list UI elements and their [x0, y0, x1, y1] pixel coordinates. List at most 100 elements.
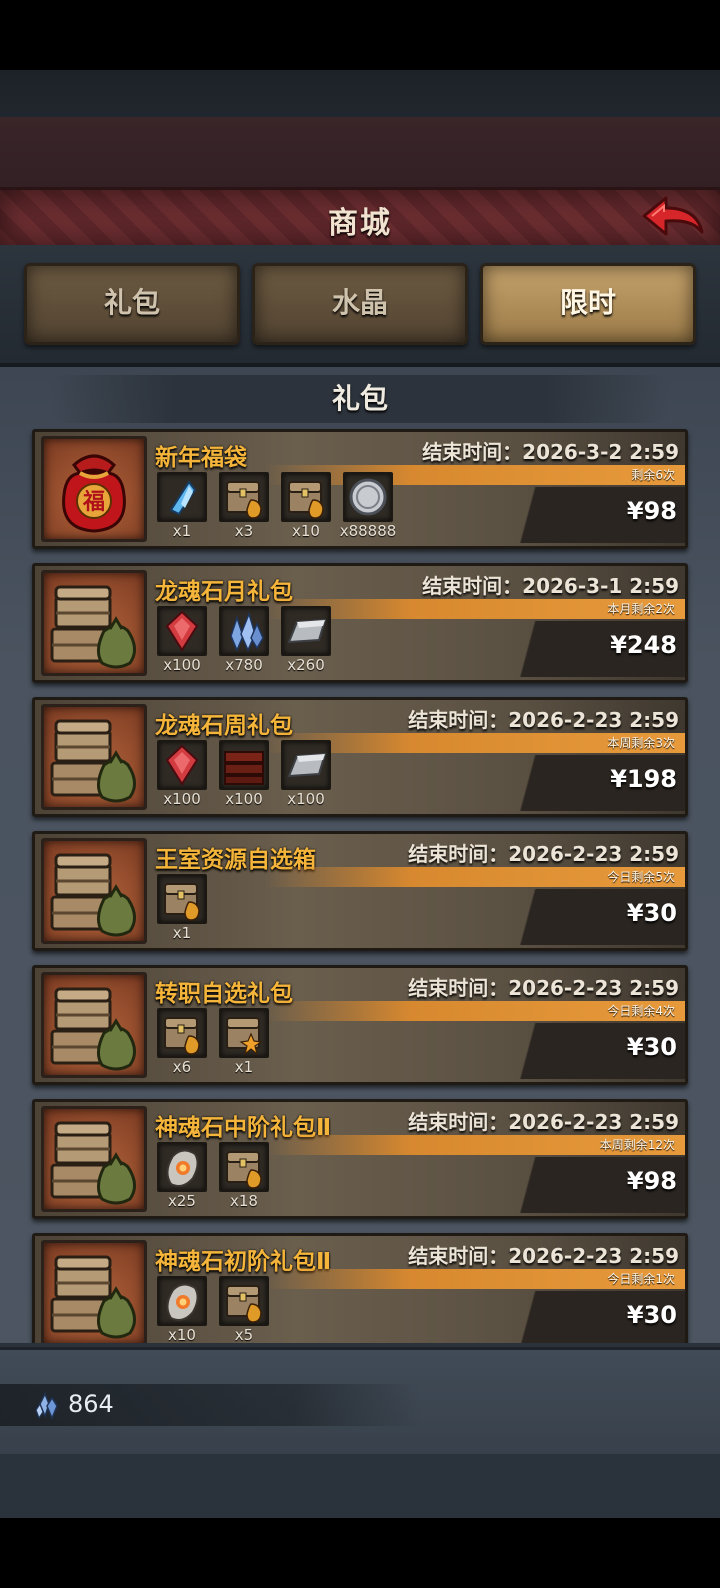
item-count: x25 — [168, 1192, 196, 1210]
reward-item[interactable]: x18 — [219, 1142, 269, 1212]
chest-icon — [157, 874, 207, 924]
chest-icon — [157, 1008, 207, 1058]
chest-icon — [281, 472, 331, 522]
pack-card[interactable]: 福 新年福袋 结束时间：2026-3-2 2:59 剩余6次 ¥98 x1 x3 x10 x88… — [32, 429, 688, 549]
price-button[interactable]: ¥30 — [627, 1033, 677, 1061]
reward-item[interactable]: x3 — [219, 472, 269, 542]
reward-item[interactable]: x25 — [157, 1142, 207, 1212]
item-count: x18 — [230, 1192, 258, 1210]
reward-item[interactable]: x88888 — [340, 472, 396, 542]
wood-plank-icon — [219, 740, 269, 790]
lucky-bag-icon: 福 — [41, 436, 147, 542]
item-count: x100 — [163, 790, 201, 808]
currency-value: 864 — [68, 1390, 114, 1418]
price-button[interactable]: ¥98 — [627, 497, 677, 525]
pack-card[interactable]: 神魂石初阶礼包Ⅱ 结束时间：2026-2-23 2:59 今日剩余1次 ¥30 x10 x… — [32, 1233, 688, 1343]
chest-icon — [219, 1142, 269, 1192]
item-count: x1 — [172, 522, 192, 540]
back-button[interactable] — [640, 194, 706, 238]
back-arrow-icon — [642, 196, 704, 236]
reward-item[interactable]: x10 — [281, 472, 331, 542]
reward-item[interactable]: x1 — [157, 472, 207, 542]
item-count: x5 — [234, 1326, 254, 1343]
reward-item[interactable]: x100 — [157, 606, 207, 676]
soul-stone-icon — [157, 1142, 207, 1192]
tab-limited[interactable]: 限时 — [480, 263, 696, 345]
purchase-limit: 本周剩余12次 — [599, 1138, 675, 1152]
price-button[interactable]: ¥248 — [610, 631, 677, 659]
end-time: 结束时间：2026-2-23 2:59 — [408, 976, 679, 1000]
reward-item[interactable]: x260 — [281, 606, 331, 676]
end-time: 结束时间：2026-2-23 2:59 — [408, 708, 679, 732]
reward-item[interactable]: x1 — [157, 874, 207, 944]
purchase-limit: 剩余6次 — [631, 468, 675, 482]
title-bar: 商城 — [0, 187, 720, 251]
item-count: x100 — [287, 790, 325, 808]
item-count: x10 — [168, 1326, 196, 1343]
end-time: 结束时间：2026-3-2 2:59 — [422, 440, 679, 464]
reward-item[interactable]: x5 — [219, 1276, 269, 1343]
pack-card[interactable]: 神魂石中阶礼包Ⅱ 结束时间：2026-2-23 2:59 本周剩余12次 ¥98 x25… — [32, 1099, 688, 1219]
pack-card[interactable]: 龙魂石周礼包 结束时间：2026-2-23 2:59 本周剩余3次 ¥198 x100 x… — [32, 697, 688, 817]
limit-stripe: 今日剩余4次 — [265, 1001, 685, 1021]
price-button[interactable]: ¥30 — [627, 899, 677, 927]
red-gem-icon — [157, 740, 207, 790]
purchase-limit: 本月剩余2次 — [607, 602, 675, 616]
item-count: x10 — [292, 522, 320, 540]
page-title: 商城 — [328, 206, 392, 241]
iron-ingot-icon — [281, 740, 331, 790]
reward-item[interactable]: x780 — [219, 606, 269, 676]
item-count: x6 — [172, 1058, 192, 1076]
footer-bar: 864 — [0, 1347, 720, 1454]
item-count: x100 — [163, 656, 201, 674]
pack-card[interactable]: 龙魂石月礼包 结束时间：2026-3-1 2:59 本月剩余2次 ¥248 x100 x7… — [32, 563, 688, 683]
item-count: x1 — [234, 1058, 254, 1076]
price-button[interactable]: ¥98 — [627, 1167, 677, 1195]
purchase-limit: 今日剩余5次 — [607, 870, 675, 884]
chest-icon — [219, 1276, 269, 1326]
item-count: x1 — [172, 924, 192, 942]
chest-stack-icon — [41, 570, 147, 676]
reward-item[interactable]: x10 — [157, 1276, 207, 1343]
reward-item[interactable]: x100 — [219, 740, 269, 810]
crystal-icon — [157, 472, 207, 522]
reward-item[interactable]: x100 — [281, 740, 331, 810]
chest-stack-icon — [41, 704, 147, 810]
currency-display: 864 — [0, 1384, 420, 1426]
reward-item[interactable]: x6 — [157, 1008, 207, 1078]
chest-stack-icon — [41, 972, 147, 1078]
pack-card[interactable]: 转职自选礼包 结束时间：2026-2-23 2:59 今日剩余4次 ¥30 x6 x1 — [32, 965, 688, 1085]
item-count: x88888 — [339, 522, 397, 540]
reward-item[interactable]: x100 — [157, 740, 207, 810]
tab-crystal[interactable]: 水晶 — [252, 263, 468, 345]
red-gem-icon — [157, 606, 207, 656]
tab-gift[interactable]: 礼包 — [24, 263, 240, 345]
purchase-limit: 本周剩余3次 — [607, 736, 675, 750]
chest-stack-icon — [41, 838, 147, 944]
crystal-icon — [35, 1392, 58, 1420]
end-time: 结束时间：2026-3-1 2:59 — [422, 574, 679, 598]
blue-crystals-icon — [219, 606, 269, 656]
chest-stack-icon — [41, 1240, 147, 1343]
end-time: 结束时间：2026-2-23 2:59 — [408, 1110, 679, 1134]
price-button[interactable]: ¥30 — [627, 1301, 677, 1329]
iron-ingot-icon — [281, 606, 331, 656]
chest-icon — [219, 472, 269, 522]
item-count: x100 — [225, 790, 263, 808]
item-count: x3 — [234, 522, 254, 540]
chest-stack-icon — [41, 1106, 147, 1212]
pack-list[interactable]: 礼包 福 新年福袋 结束时间：2026-3-2 2:59 剩余6次 ¥98 x1 x3 x10… — [0, 367, 720, 1343]
pack-card[interactable]: 王室资源自选箱 结束时间：2026-2-23 2:59 今日剩余5次 ¥30 x1 — [32, 831, 688, 951]
price-button[interactable]: ¥198 — [610, 765, 677, 793]
limit-stripe: 本周剩余12次 — [265, 1135, 685, 1155]
section-title: 礼包 — [50, 375, 670, 423]
item-count: x260 — [287, 656, 325, 674]
svg-text:福: 福 — [82, 490, 105, 515]
item-count: x780 — [225, 656, 263, 674]
reward-item[interactable]: x1 — [219, 1008, 269, 1078]
silver-coin-icon — [343, 472, 393, 522]
star-chest-icon — [219, 1008, 269, 1058]
tab-bar: 礼包 水晶 限时 — [0, 245, 720, 367]
purchase-limit: 今日剩余1次 — [607, 1272, 675, 1286]
end-time: 结束时间：2026-2-23 2:59 — [408, 1244, 679, 1268]
